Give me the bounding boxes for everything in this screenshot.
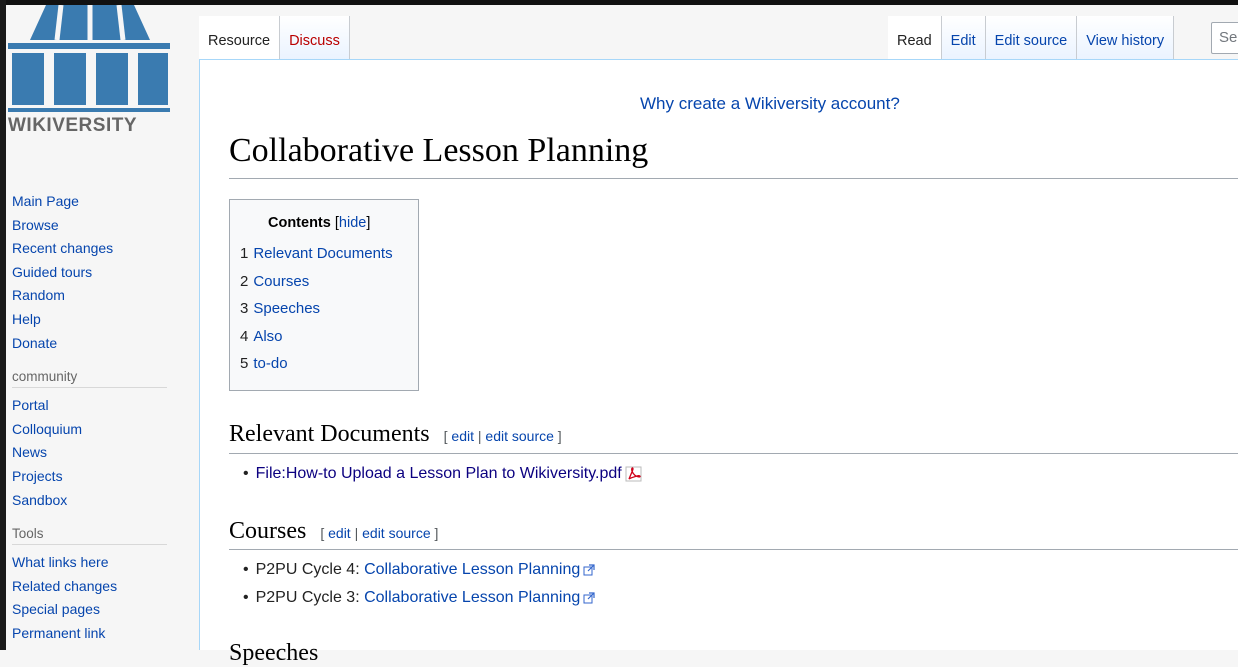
sidebar-item-special-pages[interactable]: Special pages [12,601,100,617]
sidebar-item-what-links-here[interactable]: What links here [12,554,108,570]
main-content: Why create a Wikiversity account? Collab… [199,59,1238,666]
toc-link-courses[interactable]: Courses [253,273,309,290]
external-link-icon [583,564,595,576]
edit-source-section-link[interactable]: edit source [485,428,553,444]
namespace-tabs: Resource Discuss [199,16,350,60]
sidebar-item-colloquium[interactable]: Colloquium [12,421,82,437]
relevant-documents-list: File:How-to Upload a Lesson Plan to Wiki… [243,463,643,491]
sidebar-community: Portal Colloquium News Projects Sandbox [12,394,187,512]
sidebar-item-browse[interactable]: Browse [12,217,59,233]
tab-read[interactable]: Read [888,16,942,60]
wikiversity-logo[interactable]: WIKIVERSITY [8,4,170,140]
edit-source-section-link[interactable]: edit source [362,525,430,541]
tab-edit-source[interactable]: Edit source [985,16,1078,60]
logo-emblem-icon [8,4,170,112]
external-link-icon [583,592,595,604]
tab-view-history[interactable]: View history [1077,16,1175,60]
toc-item[interactable]: 3 Speeches [240,298,393,326]
table-of-contents: Contents [hide] 1 Relevant Documents 2 Cou… [229,199,419,391]
search-input[interactable]: Se [1211,22,1238,54]
list-item: P2PU Cycle 4: Collaborative Lesson Plann… [243,559,595,587]
sidebar-item-projects[interactable]: Projects [12,468,63,484]
external-course-link[interactable]: Collaborative Lesson Planning [364,589,580,606]
sidebar-item-permanent-link[interactable]: Permanent link [12,625,105,641]
screen-left-border [0,0,6,650]
external-course-link[interactable]: Collaborative Lesson Planning [364,561,580,578]
sidebar-item-recent-changes[interactable]: Recent changes [12,240,113,256]
list-item: File:How-to Upload a Lesson Plan to Wiki… [243,463,643,491]
logo-wordmark: WIKIVERSITY [8,115,138,136]
tab-edit[interactable]: Edit [941,16,986,60]
toc-item[interactable]: 5 to-do [240,353,393,381]
sidebar-item-sandbox[interactable]: Sandbox [12,492,67,508]
section-edit-links: [ edit | edit source ] [443,428,562,444]
sidebar-item-guided-tours[interactable]: Guided tours [12,264,92,280]
section-edit-links: [ edit | edit source ] [320,525,439,541]
tab-discuss[interactable]: Discuss [280,16,350,60]
toc-title-text: Contents [268,215,331,231]
toc-title: Contents [hide] [268,215,370,231]
section-divider [229,453,1238,454]
title-divider [229,178,1238,179]
tools-heading: Tools [12,526,167,546]
page-title: Collaborative Lesson Planning [229,132,649,169]
toc-link-also[interactable]: Also [253,328,282,345]
toc-link-relevant-documents[interactable]: Relevant Documents [253,245,392,262]
toc-item[interactable]: 4 Also [240,326,393,354]
edit-section-link[interactable]: edit [328,525,351,541]
toc-list: 1 Relevant Documents 2 Courses 3 Speeches 4… [240,243,393,381]
toc-link-to-do[interactable]: to-do [253,355,287,372]
section-heading-courses: Courses[ edit | edit source ] [229,518,439,544]
section-divider [229,549,1238,550]
pdf-icon [625,466,642,482]
sidebar-item-related-changes[interactable]: Related changes [12,578,117,594]
sidebar-item-portal[interactable]: Portal [12,397,49,413]
list-item: P2PU Cycle 3: Collaborative Lesson Plann… [243,587,595,615]
sidebar-item-main-page[interactable]: Main Page [12,193,79,209]
pdf-file-link[interactable]: File:How-to Upload a Lesson Plan to Wiki… [256,465,622,482]
toc-item[interactable]: 1 Relevant Documents [240,243,393,271]
sidebar-navigation: Main Page Browse Recent changes Guided t… [12,190,187,355]
sitenotice-link[interactable]: Why create a Wikiversity account? [640,94,900,114]
section-heading-speeches: Speeches [229,640,319,666]
sidebar-item-donate[interactable]: Donate [12,335,57,351]
view-tabs: Read Edit Edit source View history [888,16,1175,60]
screen-top-border [0,0,1238,5]
toc-toggle[interactable]: [hide] [335,215,370,231]
section-heading-relevant-documents: Relevant Documents[ edit | edit source ] [229,421,562,447]
sidebar-item-news[interactable]: News [12,444,47,460]
community-heading: community [12,369,167,389]
sidebar: Main Page Browse Recent changes Guided t… [12,190,187,646]
sidebar-tools: What links here Related changes Special … [12,551,187,645]
edit-section-link[interactable]: edit [451,428,474,444]
toc-item[interactable]: 2 Courses [240,271,393,299]
sidebar-item-random[interactable]: Random [12,287,65,303]
toc-hide-link[interactable]: hide [339,215,366,231]
sidebar-item-help[interactable]: Help [12,311,41,327]
toc-link-speeches[interactable]: Speeches [253,300,320,317]
tab-resource[interactable]: Resource [199,16,281,60]
courses-list: P2PU Cycle 4: Collaborative Lesson Plann… [243,559,595,615]
